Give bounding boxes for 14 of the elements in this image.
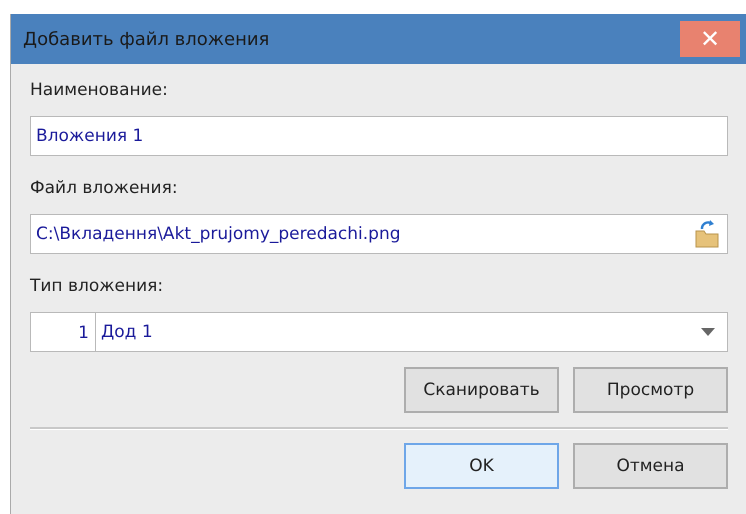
name-field[interactable]: Вложения 1 [30, 116, 728, 156]
window-title: Добавить файл вложения [23, 28, 270, 50]
field-label: Тип вложения: [30, 275, 164, 298]
type-code-field[interactable]: 1 [30, 312, 96, 352]
field-label: Наименование: [30, 79, 169, 102]
scan-button[interactable]: Сканировать [404, 367, 559, 413]
dropdown-arrow-icon[interactable] [701, 328, 715, 336]
field-label: Файл вложения: [30, 177, 179, 200]
ok-button[interactable]: OK [404, 443, 559, 489]
cancel-button[interactable]: Отмена [573, 443, 728, 489]
file-path-field[interactable]: C:\Вкладення\Akt_prujomy_peredachi.png [30, 214, 728, 254]
type-dropdown[interactable]: Дод 1 [96, 312, 728, 352]
folder-icon[interactable] [693, 219, 721, 249]
preview-button[interactable]: Просмотр [573, 367, 728, 413]
